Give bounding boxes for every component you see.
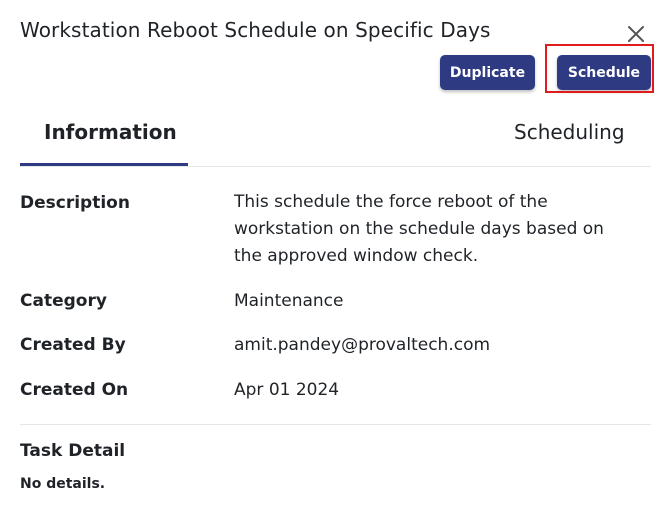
duplicate-button[interactable]: Duplicate xyxy=(440,55,535,90)
close-button[interactable] xyxy=(624,22,648,46)
description-value: This schedule the force reboot of the wo… xyxy=(234,192,604,266)
created-by-label: Created By xyxy=(20,335,126,355)
schedule-button[interactable]: Schedule xyxy=(557,55,651,90)
tab-scheduling[interactable]: Scheduling xyxy=(514,120,625,144)
created-on-value: Apr 01 2024 xyxy=(234,380,340,400)
section-divider xyxy=(20,424,651,425)
dialog-title: Workstation Reboot Schedule on Specific … xyxy=(20,18,491,42)
task-detail-body: No details. xyxy=(20,476,106,492)
schedule-details-dialog: Workstation Reboot Schedule on Specific … xyxy=(0,0,669,524)
category-label: Category xyxy=(20,291,107,311)
tab-information[interactable]: Information xyxy=(44,120,177,144)
created-by-value: amit.pandey@provaltech.com xyxy=(234,335,491,355)
close-icon[interactable] xyxy=(624,22,648,46)
active-tab-indicator xyxy=(20,163,188,166)
task-detail-title: Task Detail xyxy=(20,441,126,461)
tabs-divider xyxy=(20,166,651,167)
category-value: Maintenance xyxy=(234,291,344,311)
description-label: Description xyxy=(20,193,130,213)
created-on-label: Created On xyxy=(20,380,129,400)
